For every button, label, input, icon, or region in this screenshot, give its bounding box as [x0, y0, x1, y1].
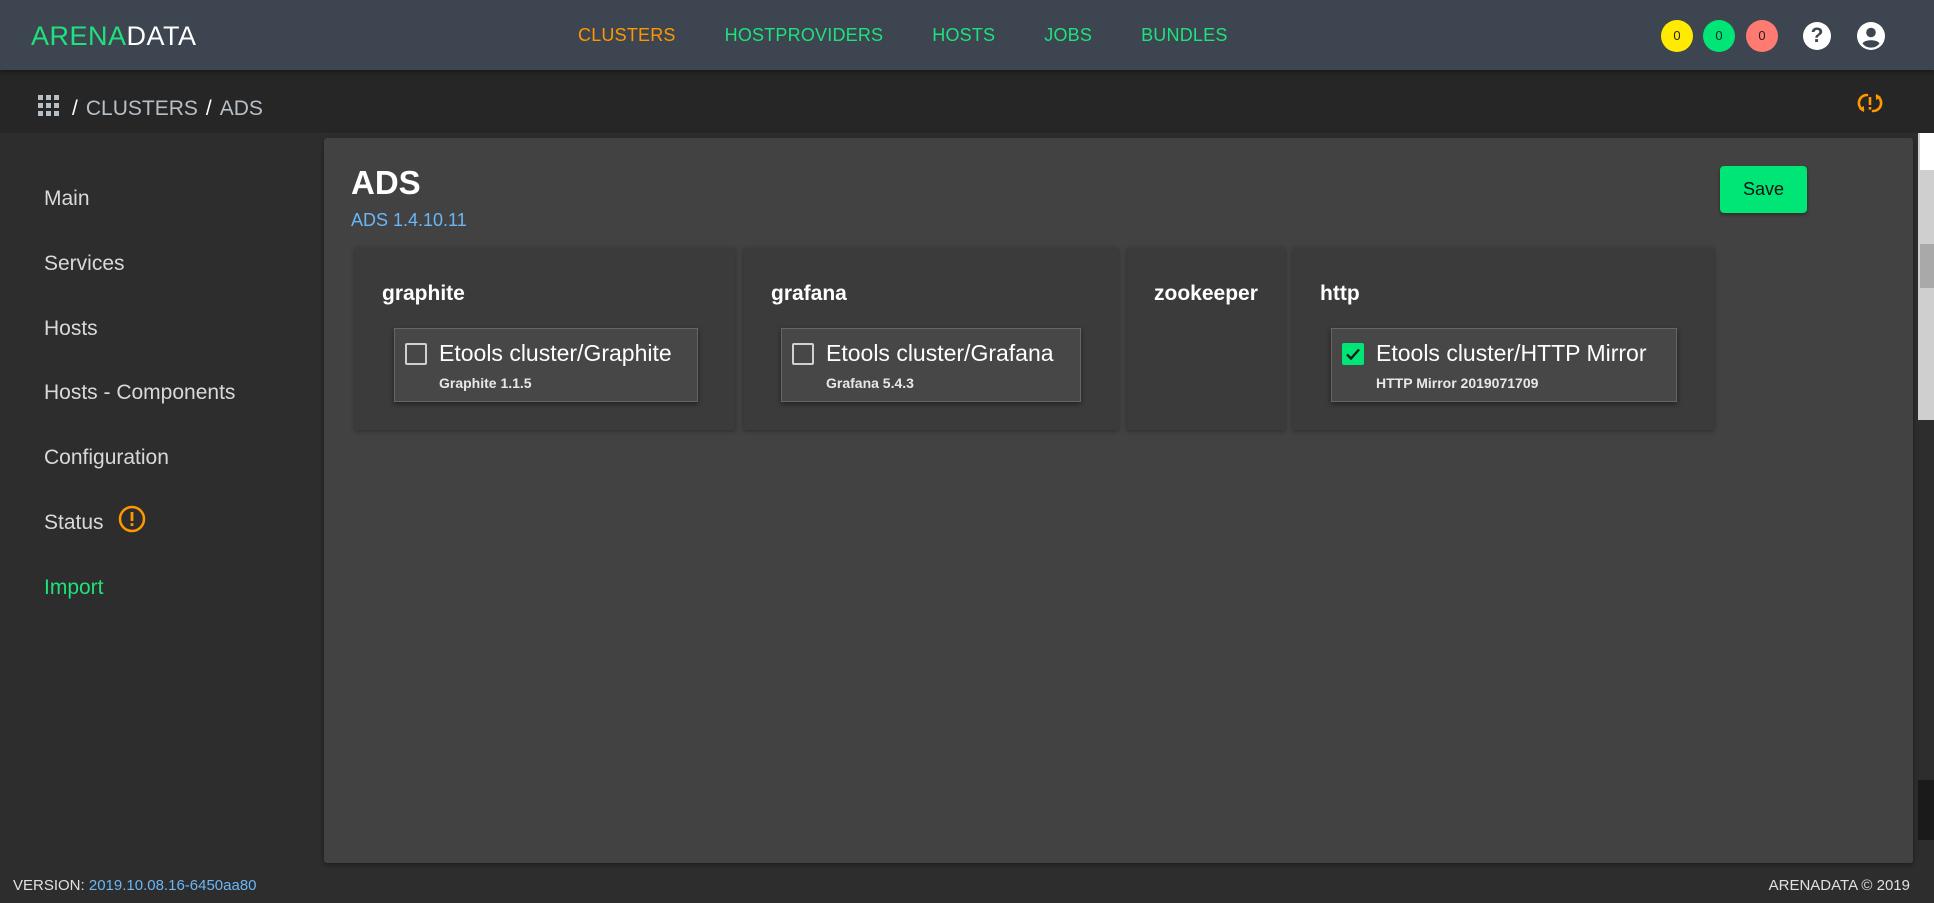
main-nav: CLUSTERS HOSTPROVIDERS HOSTS JOBS BUNDLE…	[578, 24, 1277, 46]
import-service-card: Etools cluster/Grafana Grafana 5.4.3	[781, 328, 1081, 402]
scrollbar-thumb[interactable]	[1920, 244, 1934, 288]
jobs-failed-badge[interactable]: 0	[1746, 20, 1778, 52]
import-group-http: http Etools cluster/HTTP Mirror HTTP Mir…	[1293, 248, 1714, 430]
import-service-version: Grafana 5.4.3	[826, 375, 914, 391]
sidebar-item-hosts[interactable]: Hosts	[44, 316, 98, 342]
breadcrumb: / CLUSTERS / ADS	[70, 97, 263, 121]
import-checkbox-grafana[interactable]	[792, 343, 814, 365]
jobs-running-badge[interactable]: 0	[1661, 20, 1693, 52]
sync-problem-icon[interactable]	[1856, 91, 1884, 115]
jobs-success-badge[interactable]: 0	[1703, 20, 1735, 52]
import-service-version: Graphite 1.1.5	[439, 375, 532, 391]
status-warning-icon	[118, 505, 146, 533]
sidebar-item-import[interactable]: Import	[44, 575, 104, 601]
nav-hosts-link[interactable]: HOSTS	[932, 24, 995, 46]
top-navbar: ARENADATA CLUSTERS HOSTPROVIDERS HOSTS J…	[0, 0, 1934, 70]
nav-hostproviders-link[interactable]: HOSTPROVIDERS	[725, 24, 884, 46]
footer: VERSION: 2019.10.08.16-6450aa80 ARENADAT…	[0, 869, 1934, 903]
import-service-card: Etools cluster/HTTP Mirror HTTP Mirror 2…	[1331, 328, 1677, 402]
footer-version-link[interactable]: 2019.10.08.16-6450aa80	[89, 877, 257, 894]
scrollbar-lower	[1918, 780, 1934, 840]
import-group-graphite: graphite Etools cluster/Graphite Graphit…	[355, 248, 735, 430]
scrollbar-arrow[interactable]	[1920, 132, 1934, 170]
sidebar: Main Services Hosts Hosts - Components C…	[0, 133, 322, 869]
cluster-version: ADS 1.4.10.11	[351, 210, 467, 230]
sidebar-item-configuration[interactable]: Configuration	[44, 445, 169, 471]
nav-jobs-link[interactable]: JOBS	[1044, 24, 1092, 46]
account-icon[interactable]	[1856, 21, 1886, 51]
import-checkbox-graphite[interactable]	[405, 343, 427, 365]
footer-version: VERSION: 2019.10.08.16-6450aa80	[13, 869, 257, 903]
import-group-grafana: grafana Etools cluster/Grafana Grafana 5…	[744, 248, 1118, 430]
import-service-name: Etools cluster/HTTP Mirror	[1376, 340, 1647, 366]
import-service-name: Etools cluster/Graphite	[439, 340, 672, 366]
arenadata-logo[interactable]: ARENADATA	[31, 21, 197, 51]
footer-copyright: ARENADATA © 2019	[1768, 877, 1910, 894]
help-icon[interactable]: ?	[1803, 22, 1831, 50]
sidebar-item-main[interactable]: Main	[44, 186, 90, 212]
import-service-card: Etools cluster/Graphite Graphite 1.1.5	[394, 328, 698, 402]
check-icon	[1346, 348, 1360, 361]
nav-bundles-link[interactable]: BUNDLES	[1141, 24, 1227, 46]
import-group-title: grafana	[771, 282, 847, 305]
import-group-title: zookeeper	[1154, 282, 1258, 305]
sidebar-item-services[interactable]: Services	[44, 251, 125, 277]
sidebar-item-hosts-components[interactable]: Hosts - Components	[44, 380, 235, 406]
breadcrumb-separator: /	[72, 97, 78, 120]
save-button[interactable]: Save	[1720, 166, 1807, 213]
import-panel: ADS ADS 1.4.10.11 Save graphite Etools c…	[324, 138, 1913, 863]
page-title: ADS	[351, 164, 421, 201]
logo-arena-text: ARENA	[31, 21, 127, 51]
import-group-title: graphite	[382, 282, 465, 305]
apps-grid-icon[interactable]	[38, 95, 60, 117]
import-service-version: HTTP Mirror 2019071709	[1376, 375, 1539, 391]
logo-data-text: DATA	[126, 21, 197, 51]
import-group-title: http	[1320, 282, 1360, 305]
nav-clusters-link[interactable]: CLUSTERS	[578, 24, 676, 46]
breadcrumb-ads-link[interactable]: ADS	[220, 97, 263, 120]
breadcrumb-bar: / CLUSTERS / ADS	[0, 70, 1934, 133]
import-checkbox-http[interactable]	[1342, 343, 1364, 365]
breadcrumb-separator: /	[205, 97, 212, 120]
import-service-name: Etools cluster/Grafana	[826, 340, 1054, 366]
breadcrumb-clusters-link[interactable]: CLUSTERS	[86, 97, 198, 120]
import-group-zookeeper: zookeeper	[1127, 248, 1285, 430]
footer-version-label: VERSION:	[13, 877, 85, 894]
sidebar-item-status[interactable]: Status	[44, 510, 104, 536]
